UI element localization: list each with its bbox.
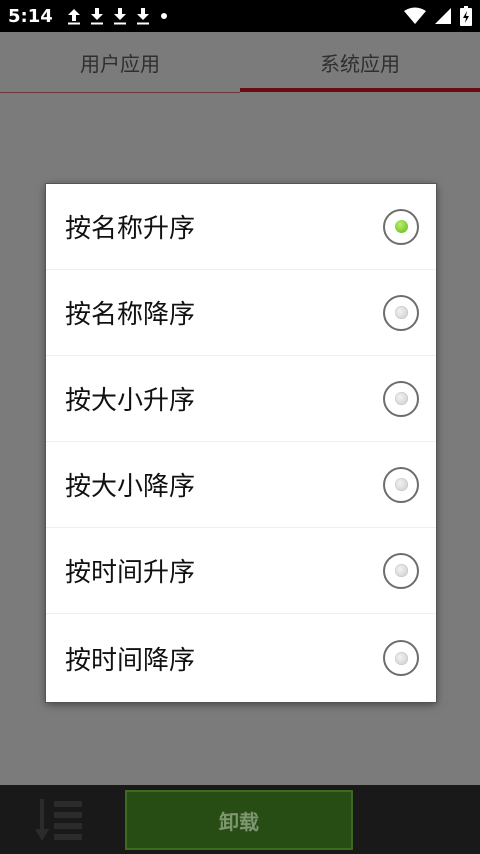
- upload-icon: [67, 9, 80, 25]
- radio-dot: [394, 651, 408, 665]
- tab-label: 系统应用: [320, 51, 400, 76]
- notification-icons: [67, 7, 169, 25]
- radio-dot: [394, 392, 408, 405]
- sort-option-time-desc[interactable]: 按时间降序: [46, 614, 436, 702]
- radio-button[interactable]: [383, 552, 419, 589]
- wifi-icon: [404, 7, 426, 24]
- download-icon: [136, 8, 149, 25]
- uninstall-button[interactable]: 卸载: [125, 790, 353, 850]
- option-label: 按大小降序: [65, 472, 196, 502]
- tab-bar: 用户应用 系统应用: [0, 32, 480, 92]
- sort-option-time-asc[interactable]: 按时间升序: [46, 528, 436, 614]
- radio-button[interactable]: [383, 380, 419, 417]
- signal-icon: [435, 8, 451, 24]
- download-icon: [90, 8, 103, 25]
- tab-user-apps[interactable]: 用户应用: [0, 32, 240, 92]
- radio-dot: [394, 306, 408, 319]
- sort-dialog: 按名称升序 按名称降序 按大小升序 按大小降序 按时间升序 按时间降序: [46, 184, 436, 702]
- tab-divider: [0, 92, 240, 93]
- dot-icon: [160, 13, 167, 19]
- download-icon: [113, 8, 126, 25]
- battery-charging-icon: [460, 6, 472, 26]
- sort-option-name-asc[interactable]: 按名称升序: [46, 184, 436, 270]
- option-label: 按名称升序: [65, 214, 196, 244]
- status-bar: 5:14: [0, 0, 480, 32]
- radio-dot: [394, 478, 408, 491]
- status-right-icons: [404, 0, 472, 32]
- tab-system-apps[interactable]: 系统应用: [240, 32, 480, 92]
- option-label: 按时间升序: [65, 558, 196, 588]
- sort-option-size-asc[interactable]: 按大小升序: [46, 356, 436, 442]
- sort-option-size-desc[interactable]: 按大小降序: [46, 442, 436, 528]
- sort-icon: [35, 799, 82, 841]
- status-time: 5:14: [8, 5, 53, 27]
- tab-label: 用户应用: [80, 51, 160, 76]
- sort-button[interactable]: [34, 797, 86, 843]
- radio-button[interactable]: [383, 466, 419, 503]
- radio-button[interactable]: [383, 640, 419, 676]
- option-label: 按大小升序: [65, 386, 196, 416]
- radio-dot: [394, 220, 408, 233]
- radio-dot: [394, 564, 408, 577]
- option-label: 按时间降序: [65, 645, 196, 676]
- radio-button-selected[interactable]: [383, 208, 419, 245]
- option-label: 按名称降序: [65, 300, 196, 330]
- sort-option-name-desc[interactable]: 按名称降序: [46, 270, 436, 356]
- uninstall-label: 卸载: [219, 809, 259, 834]
- radio-button[interactable]: [383, 294, 419, 331]
